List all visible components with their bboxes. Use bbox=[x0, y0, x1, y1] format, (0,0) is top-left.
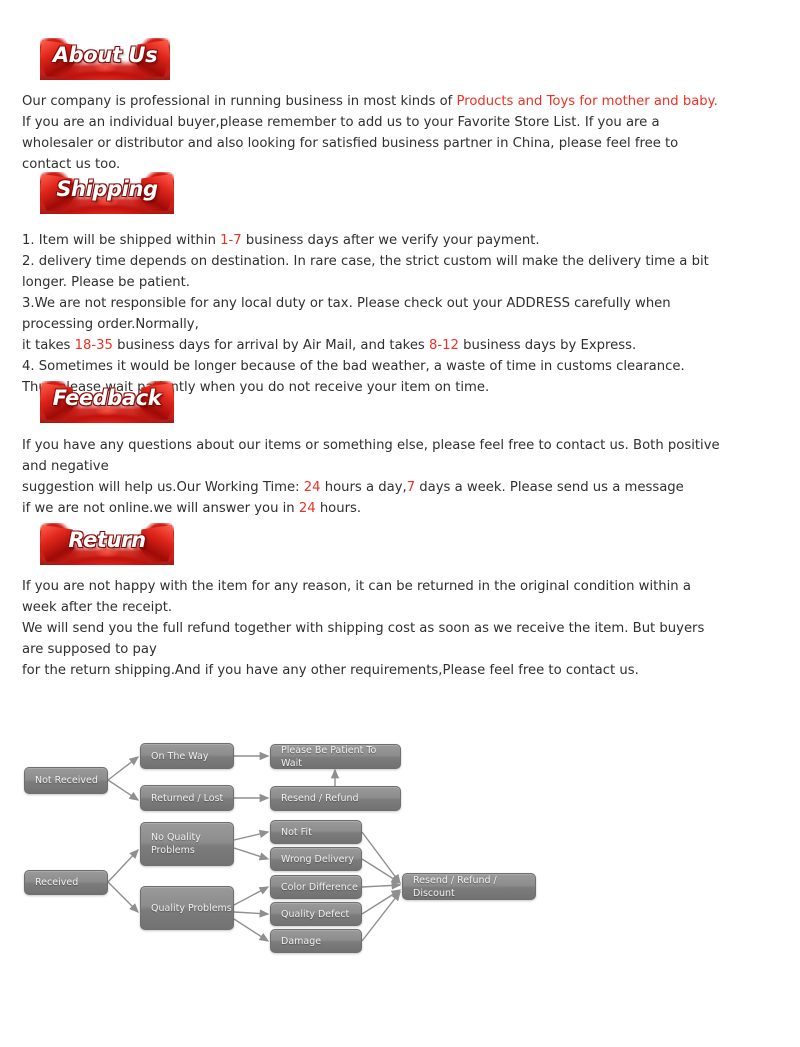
about-text-part-2: If you are an individual buyer,please re… bbox=[22, 115, 679, 172]
return-process-flowchart: Not Received On The Way Returned / Lost … bbox=[0, 700, 800, 990]
flow-node-resend-refund[interactable]: Resend / Refund bbox=[270, 786, 401, 811]
flow-node-not-received[interactable]: Not Received bbox=[24, 767, 108, 794]
flow-node-returned-lost[interactable]: Returned / Lost bbox=[140, 785, 234, 811]
about-us-paragraph: Our company is professional in running b… bbox=[22, 91, 722, 175]
shipping-line-5: 4. Sometimes it would be longer because … bbox=[22, 359, 685, 374]
shipping-line-2: 2. delivery time depends on destination.… bbox=[22, 254, 709, 290]
flow-node-quality-defect[interactable]: Quality Defect bbox=[270, 902, 362, 926]
feedback-line-2: suggestion will help us.Our Working Time… bbox=[22, 477, 722, 498]
banner-about-us: About Us bbox=[40, 38, 170, 80]
flow-node-received[interactable]: Received bbox=[24, 870, 108, 895]
banner-about-us-label: About Us bbox=[52, 43, 158, 67]
feedback-line-1: If you have any questions about our item… bbox=[22, 438, 720, 474]
feedback-line2-highlight-1: 24 bbox=[303, 480, 321, 495]
return-line-2: We will send you the full refund togethe… bbox=[22, 621, 705, 657]
shipping-line4-highlight-1: 18-35 bbox=[74, 338, 113, 353]
shipping-line1-b: business days after we verify your payme… bbox=[241, 233, 540, 248]
shipping-line-3: 3.We are not responsible for any local d… bbox=[22, 296, 671, 332]
banner-feedback-label: Feedback bbox=[52, 386, 162, 410]
feedback-line2-highlight-2: 7 bbox=[406, 480, 416, 495]
about-text-part-1: Our company is professional in running b… bbox=[22, 94, 457, 109]
about-us-text-line: Our company is professional in running b… bbox=[22, 91, 722, 175]
banner-shipping: Shipping bbox=[40, 172, 174, 214]
about-highlight: Products and Toys for mother and baby. bbox=[456, 94, 718, 109]
shipping-line-4: it takes 18-35 business days for arrival… bbox=[22, 335, 722, 356]
feedback-line3-a: if we are not online.we will answer you … bbox=[22, 501, 299, 516]
feedback-line3-highlight: 24 bbox=[298, 501, 316, 516]
shipping-paragraph: 1. Item will be shipped within 1-7 busin… bbox=[22, 230, 722, 398]
feedback-line3-b: hours. bbox=[315, 501, 362, 516]
flow-node-not-fit[interactable]: Not Fit bbox=[270, 820, 362, 844]
shipping-line4-c: business days by Express. bbox=[458, 338, 637, 353]
shipping-line1-highlight: 1-7 bbox=[220, 233, 242, 248]
feedback-line2-b: hours a day, bbox=[320, 480, 407, 495]
flow-node-wrong-delivery[interactable]: Wrong Delivery bbox=[270, 847, 362, 871]
feedback-line-3: if we are not online.we will answer you … bbox=[22, 498, 722, 519]
flow-node-quality-problems[interactable]: Quality Problems bbox=[140, 886, 234, 930]
flow-node-color-difference[interactable]: Color Difference bbox=[270, 875, 362, 899]
shipping-line4-highlight-2: 8-12 bbox=[429, 338, 459, 353]
feedback-line2-a: suggestion will help us.Our Working Time… bbox=[22, 480, 304, 495]
shipping-line4-b: business days for arrival by Air Mail, a… bbox=[112, 338, 429, 353]
flowchart-arrows bbox=[107, 751, 402, 942]
banner-return-label: Return bbox=[68, 528, 146, 552]
feedback-paragraph: If you have any questions about our item… bbox=[22, 435, 722, 519]
shipping-line1-a: 1. Item will be shipped within bbox=[22, 233, 221, 248]
flow-node-damage[interactable]: Damage bbox=[270, 929, 362, 953]
shipping-line4-a: it takes bbox=[22, 338, 75, 353]
flow-node-no-quality-problems[interactable]: No Quality Problems bbox=[140, 822, 234, 866]
banner-return: Return bbox=[40, 523, 174, 565]
return-line-3: for the return shipping.And if you have … bbox=[22, 663, 639, 678]
banner-feedback: Feedback bbox=[40, 381, 174, 423]
flow-node-resend-refund-discount[interactable]: Resend / Refund / Discount bbox=[402, 873, 536, 900]
shipping-line-1: 1. Item will be shipped within 1-7 busin… bbox=[22, 230, 722, 251]
banner-shipping-label: Shipping bbox=[56, 177, 158, 201]
feedback-line2-c: days a week. Please send us a message bbox=[415, 480, 684, 495]
flow-node-on-the-way[interactable]: On The Way bbox=[140, 743, 234, 769]
flow-node-please-be-patient[interactable]: Please Be Patient To Wait bbox=[270, 744, 401, 769]
return-line-1: If you are not happy with the item for a… bbox=[22, 579, 691, 615]
return-paragraph: If you are not happy with the item for a… bbox=[22, 576, 722, 681]
